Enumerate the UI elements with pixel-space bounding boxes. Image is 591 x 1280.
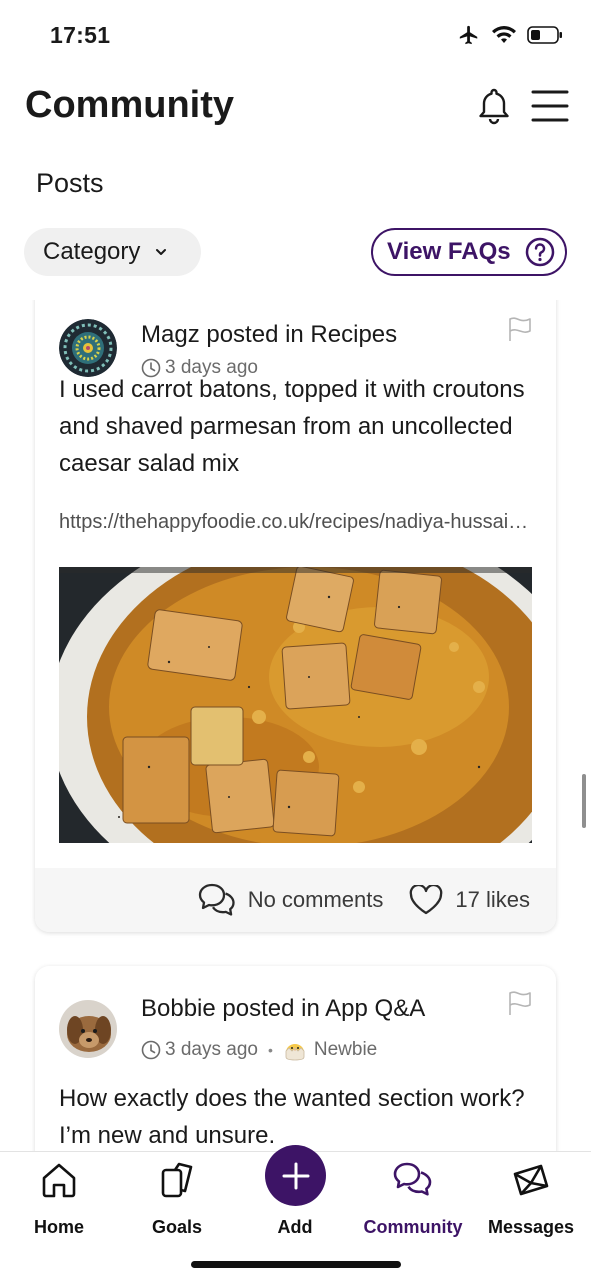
view-faqs-label: View FAQs [387, 238, 511, 265]
status-bar: 17:51 [0, 0, 591, 70]
menu-icon[interactable] [530, 88, 570, 124]
scrollbar[interactable] [582, 774, 586, 828]
post-body: How exactly does the wanted section work… [59, 1085, 525, 1149]
bottom-nav: Home Goals Add Community Messages [0, 1145, 591, 1280]
status-icons [457, 24, 563, 46]
post-image[interactable] [59, 567, 532, 843]
user-badge: Newbie [313, 1039, 378, 1060]
post-author-line: Bobbie posted in App Q&A [141, 995, 426, 1022]
category-label: Category [43, 238, 141, 265]
wifi-icon [492, 26, 516, 43]
home-icon [42, 1163, 76, 1198]
category-dropdown[interactable]: Category [24, 228, 201, 276]
like-button[interactable]: 17 likes [409, 885, 530, 915]
post-footer: No comments 17 likes [35, 868, 556, 932]
airplane-icon [459, 25, 478, 45]
nav-label-messages: Messages [487, 1217, 575, 1237]
envelope-icon [513, 1164, 549, 1196]
meta-separator: • [267, 1042, 273, 1058]
chevron-down-icon [156, 249, 167, 255]
flag-icon[interactable] [507, 990, 533, 1016]
status-time: 17:51 [50, 22, 111, 48]
nav-label-community: Community [363, 1217, 463, 1237]
clock-icon [141, 1040, 161, 1060]
comments-icon [198, 883, 235, 916]
question-circle-icon [525, 237, 554, 267]
chat-bubbles-icon [393, 1162, 432, 1196]
view-faqs-button[interactable]: View FAQs [371, 228, 567, 276]
nav-item-goals[interactable]: Goals [118, 1160, 236, 1237]
goals-icon [161, 1162, 193, 1198]
add-button[interactable] [265, 1145, 326, 1206]
avatar[interactable] [59, 319, 117, 377]
nav-label-add: Add [277, 1217, 313, 1237]
post-feed[interactable]: Magz posted in Recipes 3 days ago I used… [0, 300, 591, 1151]
nav-item-messages[interactable]: Messages [472, 1160, 590, 1237]
post-card[interactable]: Magz posted in Recipes 3 days ago I used… [35, 300, 556, 932]
avatar[interactable] [59, 1000, 117, 1058]
comments-button[interactable]: No comments [198, 883, 384, 917]
newbie-chick-icon [285, 1044, 305, 1061]
home-indicator[interactable] [191, 1261, 401, 1268]
flag-icon[interactable] [507, 316, 533, 342]
comments-label: No comments [247, 887, 384, 912]
section-title: Posts [36, 168, 104, 198]
battery-icon [527, 26, 562, 44]
post-body: I used carrot batons, topped it with cro… [59, 376, 525, 477]
likes-label: 17 likes [455, 887, 530, 912]
bell-icon[interactable] [474, 86, 514, 126]
header: Community [0, 70, 591, 150]
post-author-line: Magz posted in Recipes [141, 321, 398, 348]
nav-item-home[interactable]: Home [0, 1160, 118, 1237]
nav-label-home: Home [33, 1217, 84, 1237]
nav-label-goals: Goals [151, 1217, 203, 1237]
nav-item-community[interactable]: Community [354, 1160, 472, 1237]
heart-icon [410, 885, 443, 915]
post-link[interactable]: https://thehappyfoodie.co.uk/recipes/nad… [59, 511, 531, 534]
plus-icon [282, 1162, 309, 1189]
post-meta: 3 days ago • Newbie [141, 1039, 377, 1061]
page-title: Community [25, 84, 234, 126]
post-time: 3 days ago [165, 1039, 258, 1060]
post-card[interactable]: Bobbie posted in App Q&A 3 days ago • Ne… [35, 966, 556, 1151]
